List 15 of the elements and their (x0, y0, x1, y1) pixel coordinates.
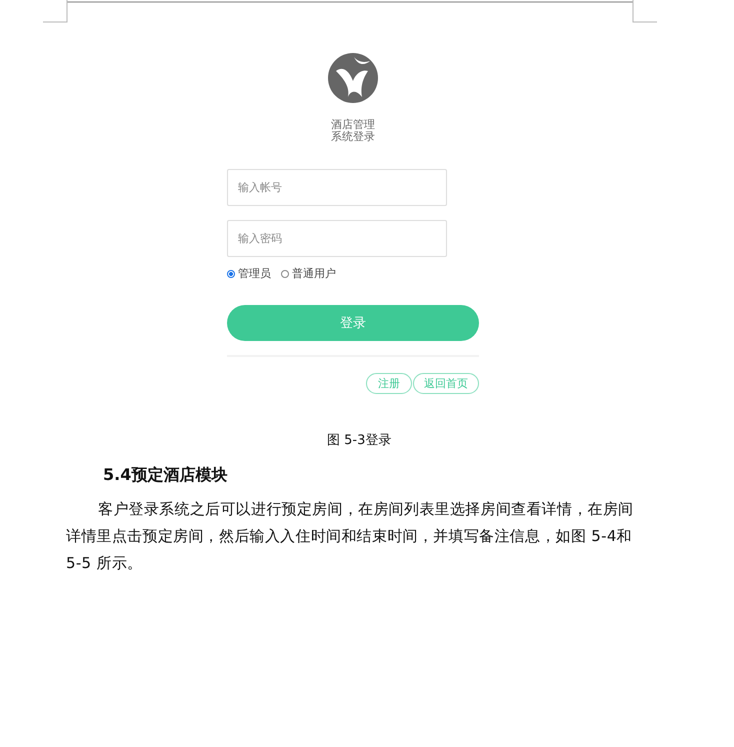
radio-label: 普通用户 (292, 266, 336, 281)
link-button[interactable]: 返回首页 (413, 373, 479, 394)
logo-icon (328, 53, 378, 103)
figure-caption: 图 5-3登录 (327, 433, 392, 448)
section-heading: 5.4预定酒店模块 (103, 465, 228, 484)
body-paragraph: 客户登录系统之后可以进行预定房间，在房间列表里选择房间查看详情，在房间详情里点击预定房间，然后输入入住时间和结束时间，并填写备注信息，如图 5-4和 5-5 所示。 (66, 499, 634, 574)
radio-button[interactable] (227, 270, 235, 278)
radio-button[interactable] (281, 270, 289, 278)
link-button[interactable]: 注册 (366, 373, 412, 394)
login-button[interactable]: 登录 (227, 305, 479, 341)
app-title: 酒店管理 (330, 119, 376, 131)
app-title: 系统登录 (330, 131, 376, 143)
input-field[interactable]: 输入帐号 (227, 169, 447, 206)
radio-label: 管理员 (238, 266, 271, 281)
input-field[interactable]: 输入密码 (227, 220, 447, 257)
